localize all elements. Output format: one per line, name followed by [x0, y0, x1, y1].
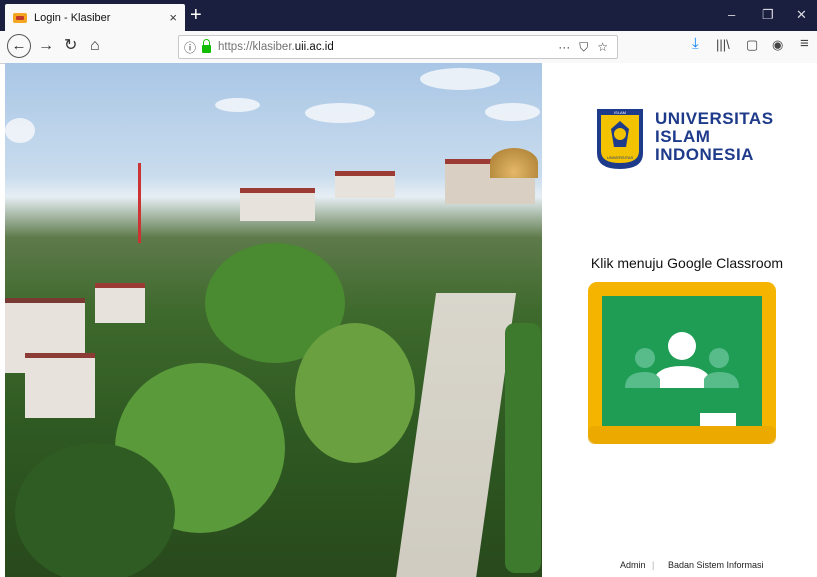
home-button[interactable]: ⌂ [90, 36, 100, 56]
url-prefix: https://klasiber. [218, 41, 295, 53]
restore-button[interactable]: ❐ [762, 7, 774, 23]
bsi-link[interactable]: Badan Sistem Informasi [668, 560, 764, 570]
back-button[interactable]: ← [7, 34, 31, 58]
google-classroom-icon[interactable] [588, 282, 776, 444]
uii-logo-icon: ISLAM UNIVERSITAS [597, 109, 643, 169]
navigation-toolbar: ← → ↻ ⌂ ⓘ https://klasiber.uii.ac.id ···… [0, 31, 817, 64]
download-icon[interactable]: ⤓ [692, 35, 699, 52]
tab-close-icon[interactable]: × [169, 10, 177, 25]
campus-aerial-photo [5, 63, 542, 577]
forward-button[interactable]: → [38, 36, 54, 56]
minimize-button[interactable]: – [728, 7, 735, 22]
university-name-line2: ISLAM [655, 127, 711, 146]
menu-icon[interactable]: ≡ [800, 35, 809, 52]
library-icon[interactable]: |||\ [716, 37, 730, 52]
url-bar[interactable]: ⓘ https://klasiber.uii.ac.id ··· ⛉ ☆ [178, 35, 618, 59]
google-classroom-label: Klik menuju Google Classroom [590, 255, 784, 271]
window-close-button[interactable]: ✕ [796, 7, 807, 23]
seal-text-bottom: UNIVERSITAS [607, 155, 634, 160]
site-info-icon[interactable]: ⓘ [184, 39, 196, 56]
reload-button[interactable]: ↻ [64, 36, 77, 56]
klasiber-favicon-icon [13, 12, 27, 23]
footer-separator: | [652, 560, 655, 570]
secure-lock-icon [202, 39, 212, 53]
new-tab-button[interactable]: + [190, 4, 202, 26]
bookmark-star-icon[interactable]: ☆ [597, 40, 608, 54]
page-actions-icon[interactable]: ··· [558, 40, 570, 54]
pocket-icon[interactable]: ⛉ [579, 40, 588, 55]
account-icon[interactable]: ◉ [772, 37, 783, 53]
university-name-line3: INDONESIA [655, 145, 754, 164]
seal-text-top: ISLAM [614, 110, 626, 115]
url-text[interactable]: https://klasiber.uii.ac.id [218, 41, 558, 53]
university-name-line1: UNIVERSITAS [655, 109, 774, 128]
browser-tab[interactable]: Login - Klasiber × [5, 4, 185, 31]
tab-title: Login - Klasiber [34, 11, 111, 24]
url-domain: uii.ac.id [294, 41, 334, 53]
university-name: UNIVERSITAS ISLAM INDONESIA [655, 110, 774, 164]
admin-link[interactable]: Admin [620, 560, 646, 570]
sidebar-icon[interactable]: ▢ [746, 37, 758, 53]
browser-tab-bar: Login - Klasiber × + – ❐ ✕ [0, 0, 817, 31]
